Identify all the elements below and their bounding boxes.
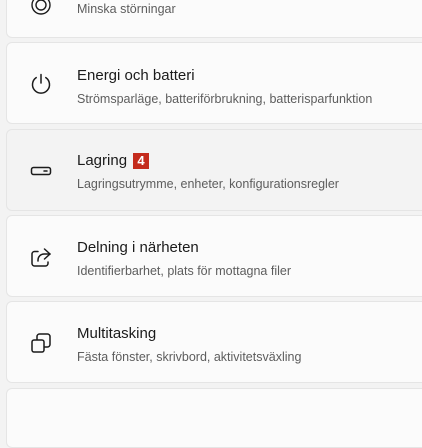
settings-item-description: Strömsparläge, batteriförbrukning, batte… — [77, 92, 373, 106]
focus-icon — [29, 0, 53, 17]
settings-item-multitasking[interactable]: Multitasking Fästa fönster, skrivbord, a… — [6, 301, 422, 383]
settings-item-title: Multitasking — [77, 325, 157, 342]
settings-item-description: Fästa fönster, skrivbord, aktivitetsväxl… — [77, 350, 302, 364]
storage-icon — [29, 159, 53, 183]
settings-item-description: Minska störningar — [77, 2, 176, 16]
settings-item-focus[interactable]: Minska störningar — [6, 0, 422, 38]
multitasking-icon — [29, 331, 53, 355]
step-number-badge: 4 — [133, 153, 150, 169]
settings-item-description: Identifierbarhet, plats för mottagna fil… — [77, 264, 292, 278]
settings-item-title: Delning i närheten — [77, 239, 199, 256]
power-icon — [29, 72, 53, 96]
settings-item-power-battery[interactable]: Energi och batteri Strömsparläge, batter… — [6, 42, 422, 124]
settings-item-title: Lagring 4 — [77, 152, 150, 170]
settings-item-next[interactable] — [6, 388, 422, 448]
storage-title-text: Lagring — [77, 152, 128, 169]
settings-item-storage[interactable]: Lagring 4 Lagringsutrymme, enheter, konf… — [6, 129, 422, 211]
settings-item-description: Lagringsutrymme, enheter, konfigurations… — [77, 177, 339, 191]
share-icon — [29, 245, 53, 269]
settings-item-nearby-sharing[interactable]: Delning i närheten Identifierbarhet, pla… — [6, 215, 422, 297]
settings-item-title: Energi och batteri — [77, 67, 195, 84]
